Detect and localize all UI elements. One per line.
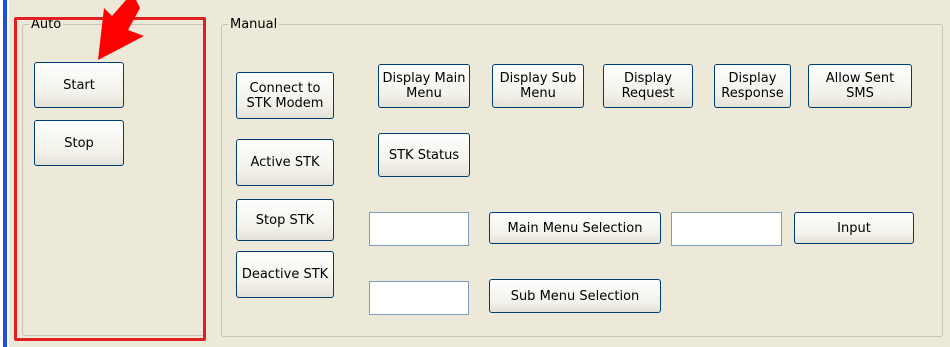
- display-response-button[interactable]: Display Response: [714, 64, 791, 108]
- input-field[interactable]: [671, 212, 782, 246]
- main-menu-selection-field[interactable]: [369, 212, 469, 246]
- deactive-stk-button[interactable]: Deactive STK: [236, 251, 334, 298]
- sub-menu-selection-field[interactable]: [369, 281, 469, 315]
- window-border-accent: [3, 0, 7, 347]
- active-stk-button[interactable]: Active STK: [236, 139, 334, 186]
- sub-menu-selection-button[interactable]: Sub Menu Selection: [489, 279, 661, 313]
- input-button[interactable]: Input: [794, 212, 914, 244]
- display-sub-menu-button[interactable]: Display Sub Menu: [492, 64, 584, 108]
- main-menu-selection-button[interactable]: Main Menu Selection: [489, 212, 661, 244]
- connect-stk-modem-button[interactable]: Connect to STK Modem: [236, 72, 334, 119]
- window-left-edge: [0, 0, 9, 347]
- stop-stk-button[interactable]: Stop STK: [236, 199, 334, 241]
- manual-legend: Manual: [230, 17, 278, 32]
- display-request-button[interactable]: Display Request: [603, 64, 693, 108]
- arrow-icon: [98, 0, 144, 60]
- allow-sent-sms-button[interactable]: Allow Sent SMS: [808, 64, 912, 108]
- display-main-menu-button[interactable]: Display Main Menu: [378, 64, 470, 108]
- stk-status-button[interactable]: STK Status: [378, 133, 470, 177]
